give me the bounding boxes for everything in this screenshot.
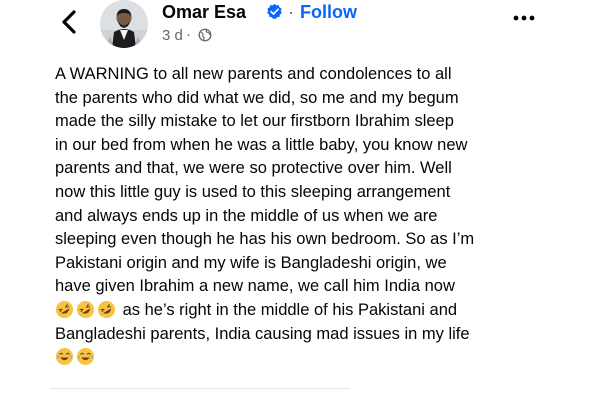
back-arrow-icon[interactable] [56, 8, 84, 36]
crying-laughing-emoji-icon [76, 348, 95, 366]
crying-laughing-emoji-icon [55, 348, 74, 366]
post-line: parents and that, we were so protective … [55, 159, 452, 178]
name-separator: · [288, 2, 294, 22]
post-line-text: as he’s right in the middle of his Pakis… [122, 301, 458, 320]
post-line: now this little guy is used to this slee… [55, 182, 451, 201]
post-line: A WARNING to all new parents and condole… [55, 65, 452, 83]
post-text: A WARNING to all new parents and condole… [55, 63, 585, 370]
post-line: have given Ibrahim a new name, we call h… [55, 277, 455, 296]
rolling-laughing-emoji-icon [55, 300, 74, 318]
post-line: made the silly mistake to let our firstb… [55, 112, 454, 131]
follow-button[interactable]: Follow [300, 1, 357, 23]
post-line: Pakistani origin and my wife is Banglade… [55, 253, 447, 272]
more-options-icon[interactable] [509, 8, 539, 28]
meta-separator: · [186, 26, 191, 43]
emoji-group [55, 299, 118, 323]
rolling-laughing-emoji-icon [97, 300, 116, 318]
post-time[interactable]: 3 d [162, 27, 183, 45]
avatar[interactable] [100, 0, 148, 48]
verified-badge-icon [267, 3, 282, 19]
divider [50, 388, 350, 389]
post-line: the parents who did what we did, so me a… [55, 88, 459, 107]
post-line-emoji [55, 346, 585, 370]
post-line: in our bed from when he was a little bab… [55, 135, 468, 154]
post-line-emoji: as he’s right in the middle of his Pakis… [55, 299, 585, 323]
globe-icon[interactable] [198, 28, 212, 42]
post-line: sleeping even though he has his own bedr… [55, 230, 475, 249]
rolling-laughing-emoji-icon [76, 300, 95, 318]
author-name[interactable]: Omar Esa [162, 1, 246, 23]
post-header: Omar Esa · Follow 3 d · [0, 0, 600, 58]
post-line: and always ends up in the middle of us w… [55, 206, 438, 225]
post-line: Bangladeshi parents, India causing mad i… [55, 324, 470, 343]
